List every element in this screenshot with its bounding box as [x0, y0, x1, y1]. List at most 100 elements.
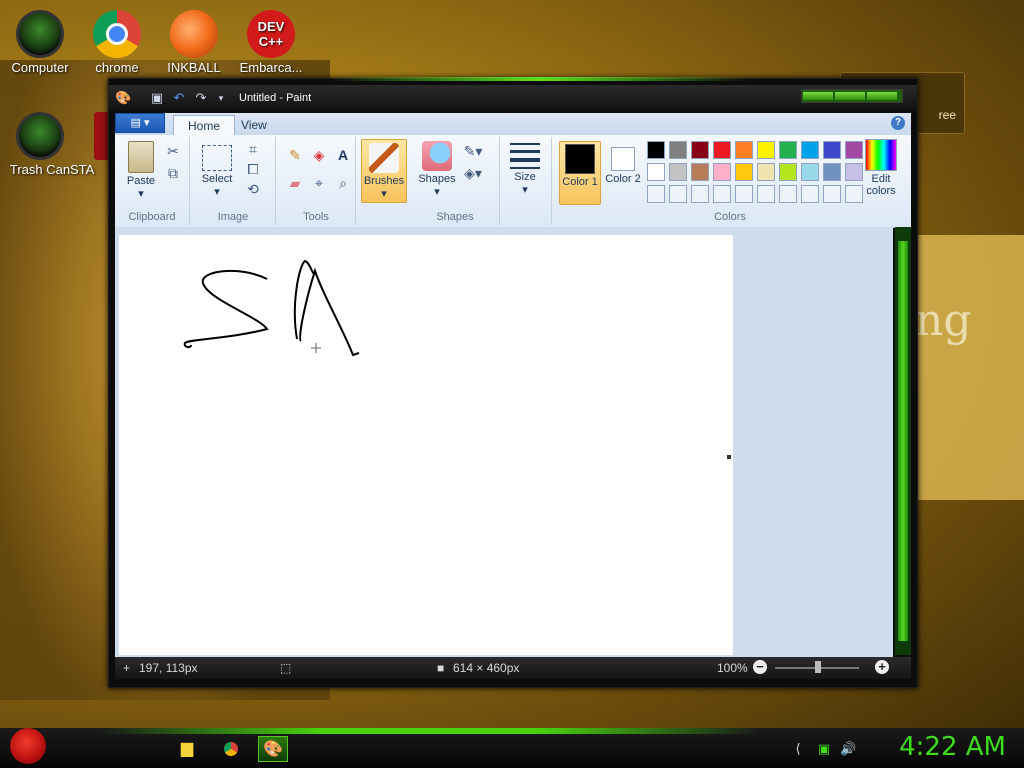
- vertical-scrollbar[interactable]: [895, 227, 911, 655]
- palette-swatch[interactable]: [735, 141, 753, 159]
- shape-fill-icon[interactable]: ◈▾: [463, 163, 483, 183]
- palette-swatch[interactable]: [691, 141, 709, 159]
- customize-qat-icon[interactable]: ▾: [213, 90, 229, 106]
- taskbar-paint-icon[interactable]: 🎨: [258, 736, 288, 762]
- palette-swatch[interactable]: [779, 163, 797, 181]
- help-icon[interactable]: ?: [891, 116, 905, 130]
- palette-swatch[interactable]: [669, 185, 687, 203]
- zoom-out-button[interactable]: −: [753, 660, 767, 674]
- group-size: Size ▾: [501, 137, 552, 225]
- rotate-icon[interactable]: ⟲: [243, 179, 263, 199]
- redo-icon[interactable]: ↷: [193, 90, 209, 106]
- paint-window[interactable]: 🎨 ▣ ↶ ↷ ▾ Untitled - Paint ▤ ▾ Home View…: [108, 77, 918, 688]
- palette-swatch[interactable]: [669, 141, 687, 159]
- palette-swatch[interactable]: [779, 185, 797, 203]
- size-button[interactable]: Size ▾: [507, 143, 543, 196]
- stroke-s: [183, 269, 269, 349]
- close-button[interactable]: [867, 92, 897, 100]
- color2-swatch: [611, 147, 635, 171]
- taskbar-chrome-icon[interactable]: [216, 736, 246, 762]
- taskbar-clock[interactable]: 4:22 AM: [899, 732, 1006, 762]
- tray-show-hidden-icon[interactable]: ⟨: [790, 741, 806, 757]
- titlebar[interactable]: 🎨 ▣ ↶ ↷ ▾ Untitled - Paint: [109, 85, 917, 111]
- text-icon[interactable]: A: [333, 145, 353, 165]
- save-icon[interactable]: ▣: [149, 90, 165, 106]
- desktop-icon-sta[interactable]: STA: [70, 112, 114, 177]
- zoom-in-button[interactable]: +: [875, 660, 889, 674]
- drawing-canvas[interactable]: [119, 235, 733, 655]
- palette-swatch[interactable]: [669, 163, 687, 181]
- app-menu-button[interactable]: ▤ ▾: [115, 113, 165, 133]
- pencil-icon[interactable]: ✎: [285, 145, 305, 165]
- fill-icon[interactable]: ◈: [309, 145, 329, 165]
- cursor-position-icon: +: [123, 661, 131, 675]
- maximize-button[interactable]: [835, 92, 865, 100]
- tray-network-icon[interactable]: ▣: [816, 741, 832, 757]
- stroke-a: [293, 259, 360, 357]
- zoom-level: 100%: [717, 661, 748, 675]
- tab-view[interactable]: View: [227, 115, 281, 135]
- paint-app-icon[interactable]: 🎨: [115, 90, 131, 106]
- copy-icon[interactable]: ⧉: [163, 163, 183, 183]
- color1-button[interactable]: Color 1: [559, 141, 601, 205]
- palette-swatch[interactable]: [713, 141, 731, 159]
- palette-swatch[interactable]: [757, 141, 775, 159]
- desktop-icon-trash[interactable]: Trash Can: [0, 112, 80, 177]
- canvas-size: 614 × 460px: [453, 661, 520, 675]
- resize-handle[interactable]: [727, 455, 731, 459]
- brushes-label: Brushes: [363, 175, 405, 187]
- palette-swatch[interactable]: [801, 185, 819, 203]
- eraser-icon[interactable]: ▰: [285, 173, 305, 193]
- edit-colors-button[interactable]: Edit colors: [859, 139, 903, 197]
- resize-icon[interactable]: ⧠: [243, 159, 263, 179]
- shapes-icon: [422, 141, 452, 171]
- palette-swatch[interactable]: [691, 185, 709, 203]
- undo-icon[interactable]: ↶: [171, 90, 187, 106]
- group-label-colors: Colors: [714, 211, 746, 223]
- minimize-button[interactable]: [803, 92, 833, 100]
- palette-swatch[interactable]: [713, 185, 731, 203]
- start-button[interactable]: [10, 728, 46, 764]
- outline-icon[interactable]: ✎▾: [463, 141, 483, 161]
- desktop-icon-devcpp[interactable]: DEV C++ Embarca...: [231, 10, 311, 75]
- tab-home[interactable]: Home: [173, 115, 236, 135]
- taskbar-explorer-icon[interactable]: ▆: [172, 736, 202, 762]
- edit-colors-label: Edit colors: [866, 173, 896, 197]
- zoom-slider-thumb[interactable]: [815, 661, 821, 673]
- paste-button[interactable]: Paste ▾: [121, 141, 161, 200]
- scrollbar-thumb[interactable]: [898, 241, 908, 641]
- palette-swatch[interactable]: [757, 185, 775, 203]
- cut-icon[interactable]: ✂: [163, 141, 183, 161]
- select-button[interactable]: Select ▾: [197, 141, 237, 198]
- palette-swatch[interactable]: [801, 141, 819, 159]
- computer-icon: [16, 10, 64, 58]
- desktop-icon-inkball[interactable]: INKBALL: [154, 10, 234, 75]
- palette-swatch[interactable]: [801, 163, 819, 181]
- palette-swatch[interactable]: [647, 163, 665, 181]
- group-colors: Color 1 Color 2 Edit colors Colors: [553, 137, 907, 225]
- magnifier-icon[interactable]: ⌕: [333, 173, 353, 193]
- brushes-button[interactable]: Brushes ▾: [361, 139, 407, 203]
- crop-icon[interactable]: ⌗: [243, 139, 263, 159]
- palette-swatch[interactable]: [823, 141, 841, 159]
- palette-swatch[interactable]: [823, 185, 841, 203]
- tray-volume-icon[interactable]: 🔊: [840, 741, 856, 757]
- color-picker-icon[interactable]: ⌖: [309, 173, 329, 193]
- window-controls[interactable]: [801, 89, 903, 103]
- palette-swatch[interactable]: [779, 141, 797, 159]
- desktop-icon-chrome[interactable]: chrome: [77, 10, 157, 75]
- desktop-icon-computer[interactable]: Computer: [0, 10, 80, 75]
- palette-swatch[interactable]: [757, 163, 775, 181]
- palette-swatch[interactable]: [647, 185, 665, 203]
- group-label-clipboard: Clipboard: [128, 211, 176, 223]
- color2-button[interactable]: Color 2: [603, 141, 643, 185]
- palette-swatch[interactable]: [713, 163, 731, 181]
- palette-swatch[interactable]: [823, 163, 841, 181]
- shapes-button[interactable]: Shapes ▾: [417, 141, 457, 198]
- palette-swatch[interactable]: [691, 163, 709, 181]
- gadget-label: ree: [938, 108, 956, 122]
- palette-swatch[interactable]: [647, 141, 665, 159]
- palette-swatch[interactable]: [735, 185, 753, 203]
- palette-swatch[interactable]: [735, 163, 753, 181]
- desktop-icon-label: chrome: [95, 60, 139, 75]
